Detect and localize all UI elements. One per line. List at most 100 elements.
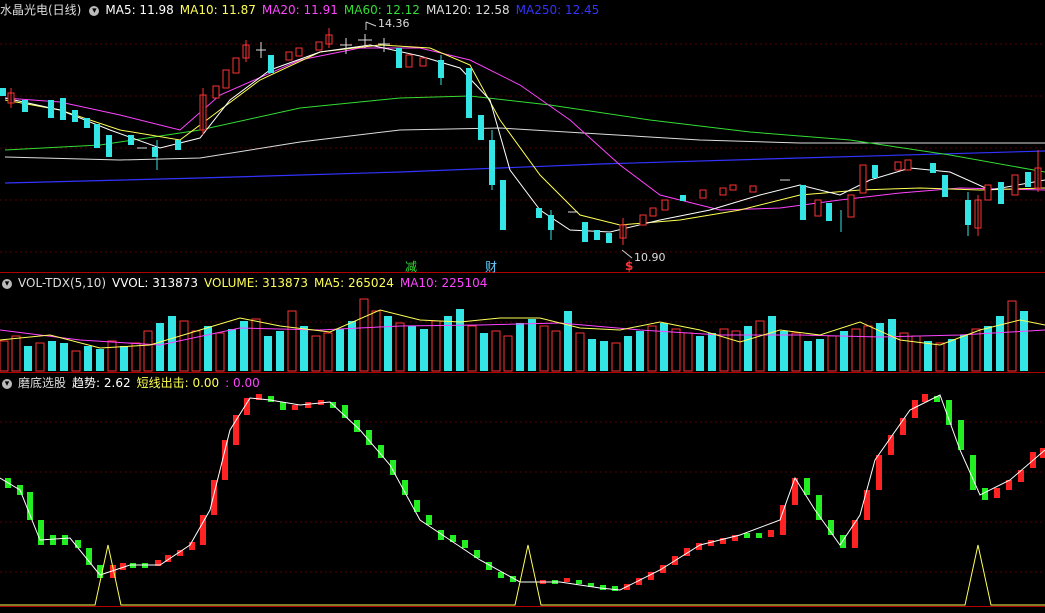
volume-bar[interactable] (935, 342, 945, 372)
volume-bar[interactable] (336, 329, 344, 371)
volume-bar[interactable] (755, 320, 765, 372)
volume-bar[interactable] (780, 331, 788, 371)
trend-bar (612, 586, 618, 591)
volume-bar[interactable] (516, 323, 524, 371)
volume-bar[interactable] (564, 311, 572, 371)
trend-bar (38, 520, 44, 545)
volume-bar[interactable] (600, 341, 608, 371)
volume-bar[interactable] (359, 298, 369, 372)
trend-bars[interactable] (5, 394, 1045, 591)
trend-bar (600, 585, 606, 590)
volume-bar[interactable] (791, 332, 801, 372)
volume-bar[interactable] (588, 339, 596, 371)
volume-bar[interactable] (431, 320, 441, 372)
volume-bar[interactable] (179, 320, 189, 372)
volume-bar[interactable] (71, 350, 81, 372)
volume-bar[interactable] (960, 335, 968, 371)
volume-bar[interactable] (899, 332, 909, 372)
volume-bar[interactable] (156, 323, 164, 371)
volume-bar[interactable] (264, 336, 272, 371)
volume-bar[interactable] (371, 310, 381, 372)
trend-bar (576, 580, 582, 584)
trend-bar (189, 542, 195, 550)
volume-bar[interactable] (204, 326, 212, 371)
volume-bar[interactable] (48, 341, 56, 371)
volume-bar[interactable] (1007, 300, 1017, 372)
volume-bar[interactable] (503, 335, 513, 372)
volume-bar[interactable] (647, 325, 657, 372)
volume-bar[interactable] (323, 332, 333, 372)
volume-bars[interactable] (0, 298, 1028, 372)
volume-bar[interactable] (575, 332, 585, 372)
trend-bar (354, 420, 360, 432)
volume-bar[interactable] (539, 325, 549, 372)
volume-bar[interactable] (480, 333, 488, 371)
volume-bar[interactable] (287, 310, 297, 372)
volume-bar[interactable] (551, 330, 561, 372)
volume-bar[interactable] (384, 316, 392, 371)
volume-bar[interactable] (467, 325, 477, 372)
volume-bar[interactable] (311, 335, 321, 372)
volume-bar[interactable] (863, 325, 873, 372)
volume-bar[interactable] (528, 319, 536, 371)
volume-bar[interactable] (60, 343, 68, 371)
volume-bar[interactable] (624, 336, 632, 371)
trend-bar (292, 405, 298, 410)
volume-bar[interactable] (683, 332, 693, 372)
volume-bar[interactable] (131, 342, 141, 372)
volume-bar[interactable] (11, 335, 21, 372)
volume-bar[interactable] (420, 329, 428, 371)
volume-bar[interactable] (96, 349, 104, 371)
volume-bar[interactable] (888, 319, 896, 371)
volume-bar[interactable] (804, 341, 812, 371)
trend-bar (756, 533, 762, 538)
volume-bar[interactable] (948, 339, 956, 371)
volume-bar[interactable] (768, 316, 776, 371)
trend-bar (780, 505, 786, 535)
volume-bar[interactable] (636, 331, 644, 371)
volume-bar[interactable] (276, 331, 284, 371)
volume-bar[interactable] (671, 328, 681, 372)
volume-bar[interactable] (731, 330, 741, 372)
volume-bar[interactable] (971, 328, 981, 372)
trend-bar (946, 400, 952, 425)
volume-bar[interactable] (228, 329, 236, 371)
lower-panels[interactable] (0, 0, 1045, 613)
trend-bar (864, 490, 870, 520)
trend-bar (462, 540, 468, 548)
volume-bar[interactable] (611, 342, 621, 372)
trend-bar (922, 394, 928, 402)
volume-bar[interactable] (120, 346, 128, 371)
volume-bar[interactable] (0, 340, 9, 372)
volume-bar[interactable] (708, 333, 716, 371)
volume-bar[interactable] (84, 346, 92, 371)
volume-bar[interactable] (660, 323, 668, 371)
volume-bar[interactable] (395, 322, 405, 372)
volume-bar[interactable] (143, 330, 153, 372)
volume-bar[interactable] (696, 336, 704, 371)
volume-bar[interactable] (744, 326, 752, 371)
trend-bar (994, 488, 1000, 498)
volume-bar[interactable] (408, 326, 416, 371)
trend-bar (804, 478, 810, 495)
volume-bar[interactable] (300, 326, 308, 371)
trend-bar (50, 535, 56, 545)
volume-bar[interactable] (215, 332, 225, 372)
volume-bar[interactable] (851, 328, 861, 372)
trend-bar (305, 402, 311, 408)
volume-bar[interactable] (24, 346, 32, 371)
volume-bar[interactable] (107, 340, 117, 372)
volume-bar[interactable] (456, 309, 464, 371)
volume-bar[interactable] (491, 330, 501, 372)
trend-bar (86, 548, 92, 565)
trend-bar (268, 396, 274, 402)
volume-bar[interactable] (444, 316, 452, 371)
volume-bar[interactable] (35, 342, 45, 372)
volume-bar[interactable] (827, 335, 837, 372)
volume-bar[interactable] (840, 331, 848, 371)
volume-bar[interactable] (251, 318, 261, 372)
trend-bar (62, 535, 68, 545)
volume-bar[interactable] (816, 339, 824, 371)
volume-bar[interactable] (924, 341, 932, 371)
trend-bar (852, 520, 858, 548)
